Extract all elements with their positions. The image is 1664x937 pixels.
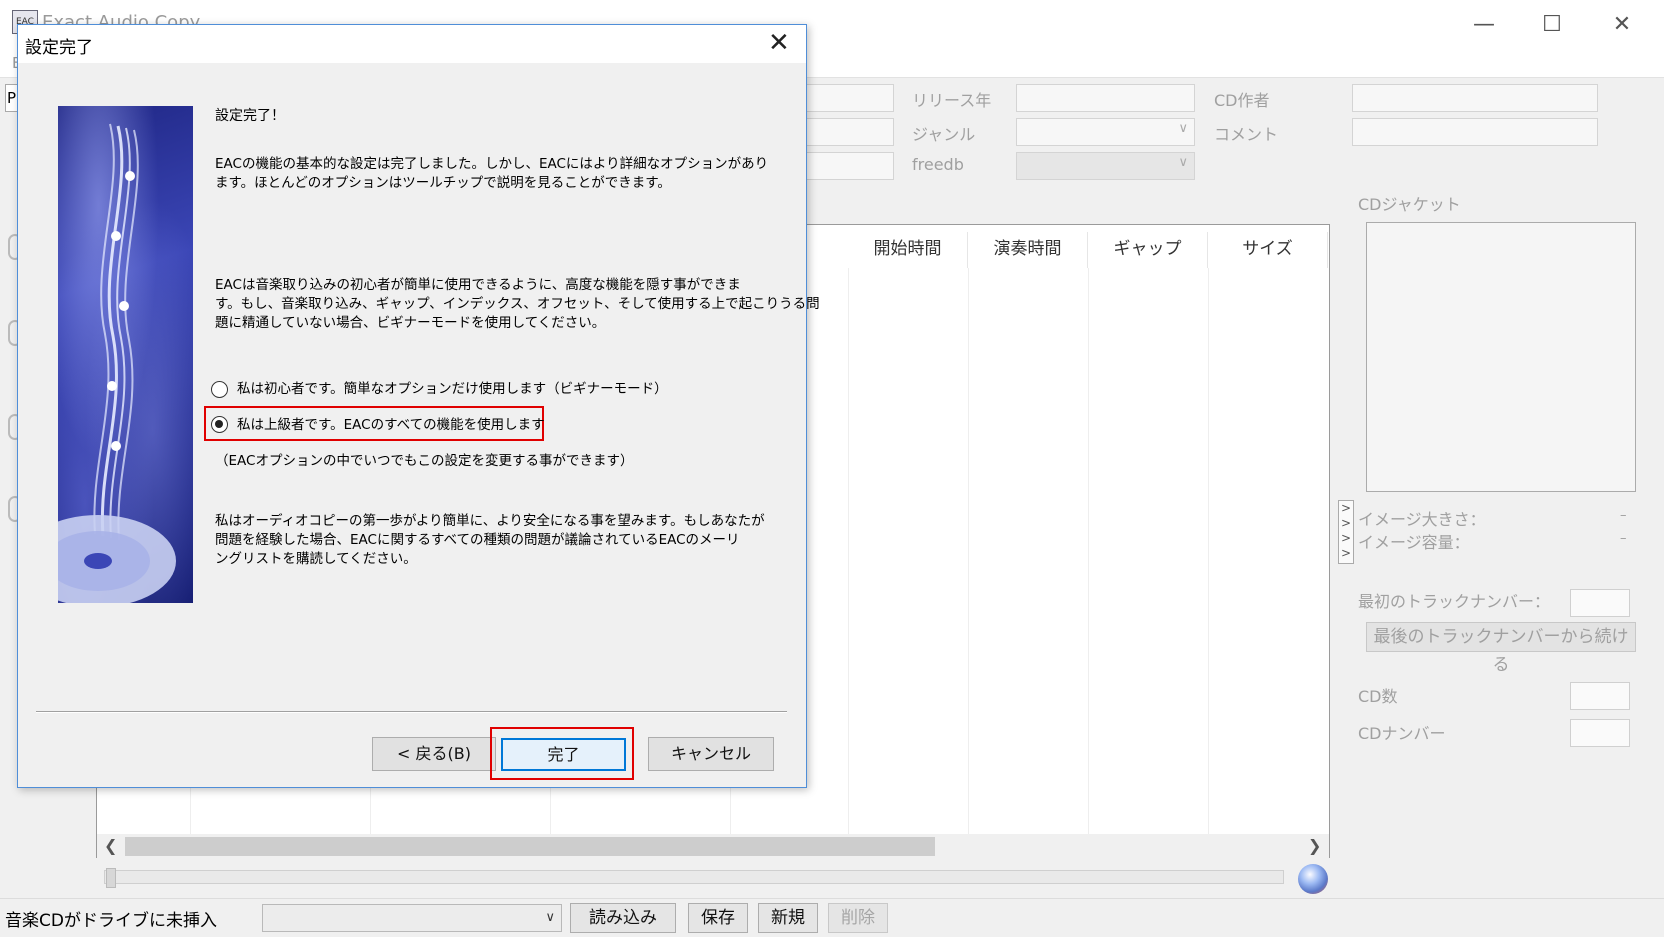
image-size-label: イメージ大きさ：	[1358, 510, 1486, 529]
album-field[interactable]	[806, 84, 894, 112]
cd-number-label: CDナンバー	[1358, 724, 1446, 743]
freedb-globe-icon[interactable]	[1298, 864, 1328, 894]
intro-line-2: ます。ほとんどのオプションはツールチップで説明を見ることができます。	[215, 175, 671, 191]
grid-line	[848, 268, 849, 834]
comment-label: コメント	[1214, 125, 1279, 144]
beginner-mode-label[interactable]: 私は初心者です。簡単なオプションだけ使用します（ビギナーモード）	[237, 380, 668, 399]
back-button[interactable]: < 戻る(B)	[372, 737, 496, 771]
cd-count-label: CD数	[1358, 687, 1398, 706]
cd-number-field[interactable]	[1570, 719, 1630, 747]
finish-button[interactable]: 完了	[501, 738, 626, 771]
grid-line	[1208, 268, 1209, 834]
release-year-label: リリース年	[912, 91, 992, 110]
new-button[interactable]: 新規	[758, 903, 818, 933]
genre-combo[interactable]: ∨	[1016, 118, 1195, 146]
expert-mode-radio[interactable]	[211, 416, 228, 433]
scroll-right-icon[interactable]: ❯	[1308, 836, 1321, 855]
grid-line	[968, 268, 969, 834]
cd-jacket-label: CDジャケット	[1358, 195, 1461, 214]
title-field[interactable]	[806, 152, 894, 180]
cd-count-field[interactable]	[1570, 682, 1630, 710]
column-header-duration[interactable]: 演奏時間	[968, 232, 1088, 268]
first-track-number-label: 最初のトラックナンバー：	[1358, 592, 1551, 611]
mailing-list-line-1: 私はオーディオコピーの第一歩がより簡単に、より安全になる事を望みます。もしあなた…	[215, 513, 765, 529]
beginner-info-line-3: 題に精通していない場合、ビギナーモードを使用してください。	[215, 315, 606, 331]
cancel-button[interactable]: キャンセル	[648, 737, 774, 771]
freedb-combo[interactable]: ∨	[1016, 152, 1195, 180]
close-window-button[interactable]: ✕	[1594, 8, 1650, 42]
chevron-down-icon: ∨	[545, 910, 555, 925]
cd-jacket-image[interactable]	[1366, 222, 1636, 492]
artist-field[interactable]	[806, 118, 894, 146]
progress-bar	[104, 870, 1284, 884]
chevron-down-icon: ∨	[1178, 121, 1188, 136]
minimize-button[interactable]: —	[1456, 8, 1512, 42]
grid-line	[1088, 268, 1089, 834]
maximize-button[interactable]: ☐	[1524, 8, 1580, 42]
wizard-side-image	[58, 106, 193, 603]
cd-author-label: CD作者	[1214, 91, 1270, 110]
music-cd-illustration	[58, 123, 176, 603]
image-capacity-label: イメージ容量：	[1358, 533, 1470, 552]
dialog-titlebar	[18, 25, 806, 63]
freedb-label: freedb	[912, 155, 964, 174]
image-size-value: –	[1620, 508, 1627, 523]
dialog-close-icon[interactable]: ✕	[768, 28, 790, 58]
expert-mode-label[interactable]: 私は上級者です。EACのすべての機能を使用します	[237, 416, 545, 435]
option-note: （EACオプションの中でいつでもこの設定を変更する事ができます）	[215, 453, 634, 469]
first-track-number-field[interactable]	[1570, 589, 1630, 617]
status-text: 音楽CDがドライブに未挿入	[5, 911, 217, 931]
horizontal-scroll-thumb[interactable]	[125, 837, 935, 856]
dialog-title: 設定完了	[25, 38, 93, 58]
image-capacity-value: –	[1620, 531, 1627, 546]
delete-button[interactable]: 削除	[828, 903, 888, 933]
column-header-size[interactable]: サイズ	[1208, 232, 1328, 268]
dialog-separator	[36, 711, 787, 713]
mailing-list-line-3: ングリストを購読してください。	[215, 551, 417, 567]
beginner-info-line-1: EACは音楽取り込みの初心者が簡単に使用できるように、高度な機能を隠す事ができま	[215, 277, 741, 293]
chevron-down-icon: ∨	[1178, 155, 1188, 170]
status-combo[interactable]: ∨	[262, 904, 562, 932]
beginner-mode-radio[interactable]	[211, 381, 228, 398]
load-button[interactable]: 読み込み	[570, 903, 676, 933]
expand-panel-button[interactable]: > > > >	[1338, 500, 1354, 564]
beginner-info-line-2: す。もし、音楽取り込み、ギャップ、インデックス、オフセット、そして使用する上で起…	[215, 296, 820, 312]
progress-slider[interactable]	[106, 868, 116, 888]
column-header-gap[interactable]: ギャップ	[1088, 232, 1208, 268]
comment-field[interactable]	[1352, 118, 1598, 146]
save-button[interactable]: 保存	[688, 903, 748, 933]
dialog-heading: 設定完了！	[215, 108, 285, 124]
column-header-start-time[interactable]: 開始時間	[848, 232, 968, 268]
genre-label: ジャンル	[912, 125, 976, 144]
continue-track-number-button[interactable]: 最後のトラックナンバーから続ける	[1366, 622, 1636, 675]
release-year-field[interactable]	[1016, 84, 1195, 112]
intro-line-1: EACの機能の基本的な設定は完了しました。しかし、EACにはより詳細なオプション…	[215, 156, 769, 172]
scroll-left-icon[interactable]: ❮	[104, 836, 117, 855]
mailing-list-line-2: 問題を経験した場合、EACに関するすべての種類の問題が議論されているEACのメー…	[215, 532, 740, 548]
cd-author-field[interactable]	[1352, 84, 1598, 112]
